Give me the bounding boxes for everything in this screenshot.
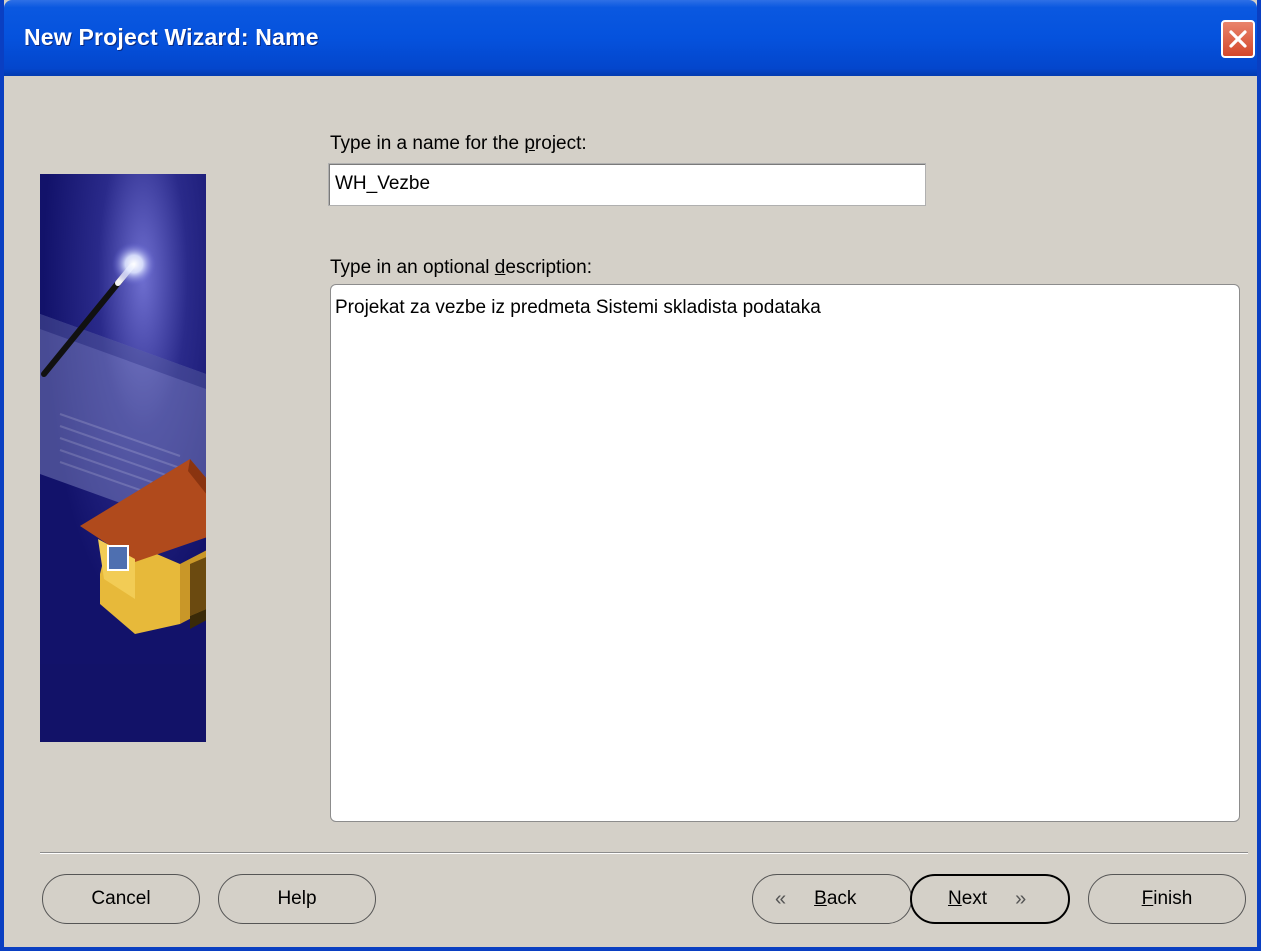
project-name-input[interactable]: WH_Vezbe <box>328 163 926 206</box>
close-button[interactable] <box>1221 20 1255 58</box>
finish-mnemonic: F <box>1141 888 1154 909</box>
name-label: Type in a name for the project: <box>330 133 587 155</box>
title-bar[interactable]: New Project Wizard: Name <box>4 0 1257 76</box>
next-button[interactable]: Next » <box>910 874 1070 924</box>
chevron-right-icon: » <box>1015 887 1027 910</box>
back-rest: ack <box>826 888 857 909</box>
help-button[interactable]: Help <box>218 874 376 924</box>
close-icon <box>1229 30 1247 48</box>
finish-button-label: Finish <box>1142 888 1193 910</box>
back-button[interactable]: « Back <box>752 874 912 924</box>
name-label-pre: Type in a name for the <box>330 133 525 154</box>
back-button-label: Back <box>814 888 856 910</box>
description-label-post: escription: <box>505 257 592 278</box>
back-mnemonic: B <box>814 888 827 909</box>
button-separator <box>40 852 1248 854</box>
next-rest: ext <box>961 888 988 909</box>
wizard-window: New Project Wizard: Name Type in a name … <box>0 0 1261 951</box>
next-mnemonic: N <box>948 888 962 909</box>
description-label-pre: Type in an optional <box>330 257 495 278</box>
cancel-button-label: Cancel <box>91 888 151 909</box>
name-label-post: roject: <box>534 133 587 154</box>
description-label: Type in an optional description: <box>330 257 592 279</box>
window-title: New Project Wizard: Name <box>24 24 319 50</box>
help-button-label: Help <box>277 888 317 909</box>
cancel-button[interactable]: Cancel <box>42 874 200 924</box>
project-description-textarea[interactable]: Projekat za vezbe iz predmeta Sistemi sk… <box>330 284 1240 822</box>
next-button-label: Next <box>948 888 987 910</box>
chevron-left-icon: « <box>775 887 787 910</box>
finish-rest: inish <box>1153 888 1193 909</box>
description-label-mnemonic: d <box>494 257 506 278</box>
finish-button[interactable]: Finish <box>1088 874 1246 924</box>
name-label-mnemonic: p <box>524 133 535 154</box>
wizard-house-icon <box>40 174 206 742</box>
wizard-art <box>40 174 206 742</box>
